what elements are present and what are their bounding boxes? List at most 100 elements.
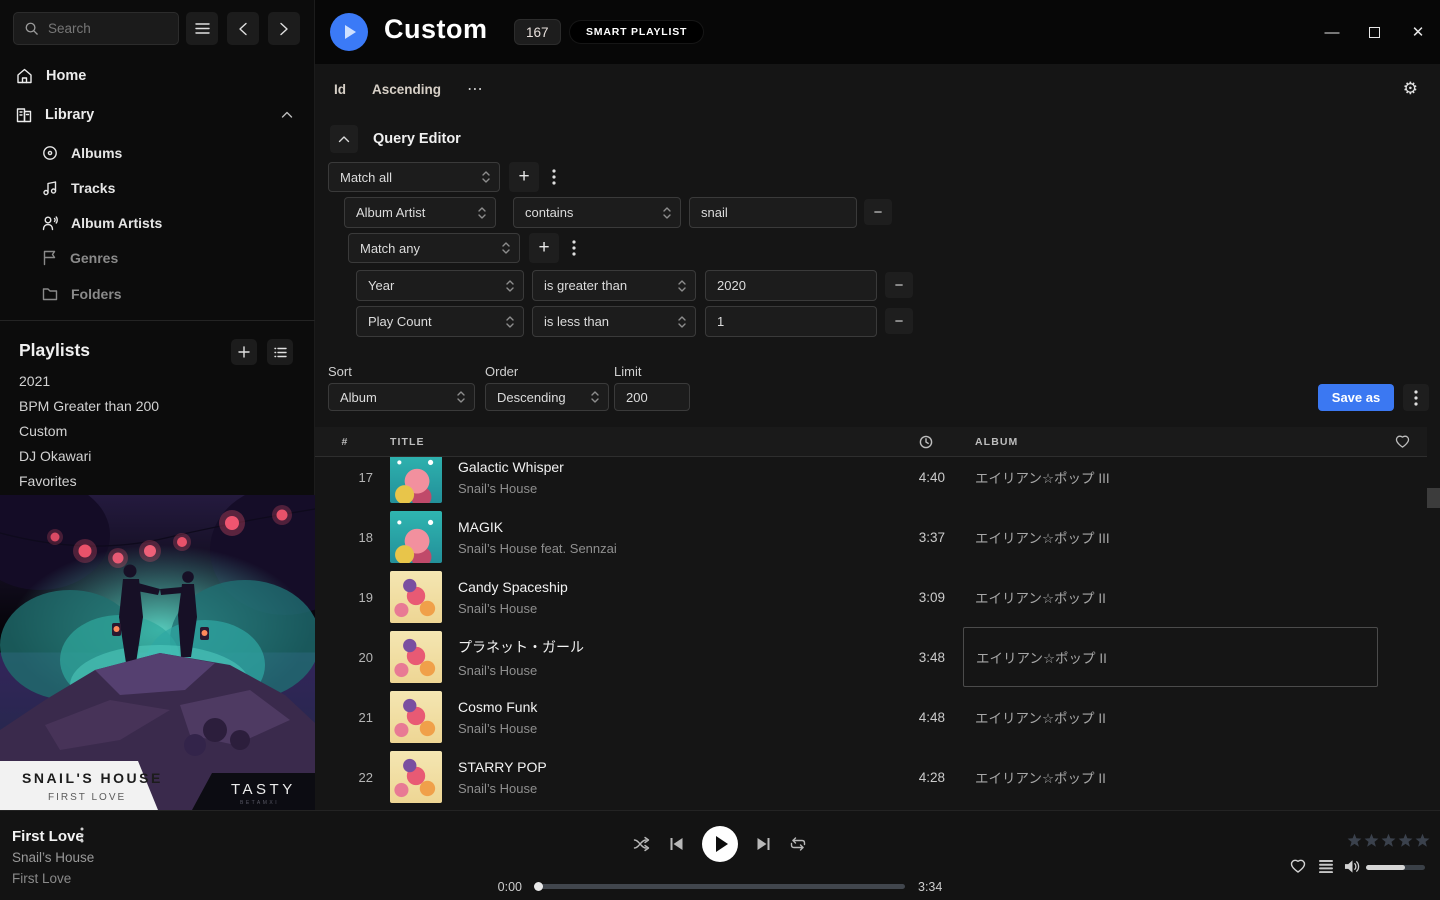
remove-rule-button[interactable]: − [885, 308, 913, 334]
sidebar-item-album-artists[interactable]: Album Artists [0, 209, 315, 237]
column-header-album[interactable]: ALBUM [963, 436, 1378, 448]
table-row[interactable]: 22 STARRY POPSnail’s House 4:28 エイリアン☆ポッ… [315, 747, 1427, 807]
track-album-focused-cell[interactable]: エイリアン☆ポップ II [963, 627, 1378, 687]
remove-rule-button[interactable]: − [864, 199, 892, 225]
nav-forward-button[interactable] [268, 12, 300, 45]
volume-button[interactable] [1344, 859, 1360, 874]
repeat-button[interactable] [789, 837, 807, 851]
create-playlist-button[interactable] [231, 339, 257, 365]
group-options-kebab-1[interactable] [546, 162, 562, 192]
column-settings-gear-icon[interactable]: ⚙ [1403, 79, 1418, 99]
previous-track-button[interactable] [669, 837, 684, 851]
sidebar-item-home[interactable]: Home [0, 61, 315, 91]
next-track-button[interactable] [756, 837, 771, 851]
search-input[interactable] [48, 21, 158, 36]
track-album[interactable]: エイリアン☆ポップ III [963, 457, 1378, 507]
track-title[interactable]: MAGIK [458, 519, 885, 535]
group-options-kebab-2[interactable] [566, 233, 582, 263]
save-as-button[interactable]: Save as [1318, 384, 1394, 411]
table-row[interactable]: 20 プラネット・ガールSnail’s House 3:48 エイリアン☆ポップ… [315, 627, 1427, 687]
track-artist[interactable]: Snail’s House feat. Sennzai [458, 541, 885, 556]
add-rule-button-2[interactable]: + [529, 233, 559, 263]
play-pause-button[interactable] [702, 826, 738, 862]
add-rule-button-1[interactable]: + [509, 162, 539, 192]
star-icon[interactable] [1364, 833, 1379, 848]
now-playing-title[interactable]: First Love [12, 828, 84, 845]
star-icon[interactable] [1398, 833, 1413, 848]
rule-field-select[interactable]: Play Count [356, 306, 524, 337]
table-row[interactable]: 17 Galactic WhisperSnail’s House 4:40 エイ… [315, 457, 1427, 507]
playlist-item[interactable]: Custom [19, 423, 289, 445]
track-artist[interactable]: Snail’s House [458, 481, 885, 496]
match-type-select-1[interactable]: Match all [328, 162, 500, 192]
track-album[interactable]: エイリアン☆ポップ II [963, 747, 1378, 807]
now-playing-kebab[interactable] [80, 827, 84, 843]
window-close-button[interactable]: ✕ [1401, 17, 1435, 47]
column-header-index[interactable]: # [315, 436, 375, 448]
sidebar-item-library[interactable]: Library [0, 100, 315, 130]
play-playlist-button[interactable] [330, 13, 368, 51]
track-title[interactable]: Candy Spaceship [458, 579, 885, 595]
volume-slider[interactable] [1366, 865, 1425, 870]
rule-operator-select[interactable]: is greater than [532, 270, 696, 301]
rule-value-input[interactable] [705, 306, 877, 337]
track-artist[interactable]: Snail’s House [458, 781, 885, 796]
rule-value-input[interactable] [689, 197, 857, 228]
favorite-button[interactable] [1290, 859, 1306, 873]
queue-button[interactable] [1319, 860, 1333, 873]
seek-slider[interactable] [535, 884, 905, 889]
rule-operator-select[interactable]: contains [513, 197, 681, 228]
seek-knob[interactable] [534, 882, 543, 891]
table-row[interactable]: 19 Candy SpaceshipSnail’s House 3:09 エイリ… [315, 567, 1427, 627]
window-minimize-button[interactable]: — [1315, 17, 1349, 47]
column-header-title[interactable]: TITLE [375, 436, 443, 448]
menu-button[interactable] [186, 12, 218, 45]
query-editor-collapse-button[interactable] [330, 125, 358, 153]
playlist-item[interactable]: DJ Okawari [19, 448, 289, 470]
more-options-button[interactable]: ⋯ [467, 79, 484, 99]
track-artist[interactable]: Snail’s House [458, 663, 885, 678]
nav-back-button[interactable] [227, 12, 259, 45]
table-scrollbar-thumb[interactable] [1427, 488, 1440, 508]
column-header-favorite[interactable] [1378, 435, 1427, 448]
sidebar-item-folders[interactable]: Folders [0, 280, 315, 308]
track-title[interactable]: Cosmo Funk [458, 699, 885, 715]
sidebar-item-tracks[interactable]: Tracks [0, 174, 315, 202]
sort-field-button[interactable]: Id [334, 82, 346, 97]
sort-select[interactable]: Album [328, 383, 475, 411]
table-row[interactable]: 18 MAGIKSnail’s House feat. Sennzai 3:37… [315, 507, 1427, 567]
search-box[interactable] [13, 12, 179, 45]
track-title[interactable]: プラネット・ガール [458, 637, 885, 657]
track-title[interactable]: Galactic Whisper [458, 459, 885, 475]
match-type-select-2[interactable]: Match any [348, 233, 520, 263]
save-options-kebab[interactable] [1403, 384, 1429, 411]
track-album[interactable]: エイリアン☆ポップ III [963, 507, 1378, 567]
shuffle-button[interactable] [633, 836, 651, 852]
track-artist[interactable]: Snail’s House [458, 601, 885, 616]
window-maximize-button[interactable] [1357, 17, 1391, 47]
rule-value-input[interactable] [705, 270, 877, 301]
sort-direction-button[interactable]: Ascending [372, 82, 441, 97]
now-playing-album-art[interactable]: SNAIL'S HOUSE FIRST LOVE TASTY BETAMXI [0, 495, 315, 810]
rule-field-select[interactable]: Album Artist [344, 197, 496, 228]
now-playing-album[interactable]: First Love [12, 871, 71, 886]
playlist-item[interactable]: Favorites [19, 473, 289, 495]
track-title[interactable]: STARRY POP [458, 759, 885, 775]
star-icon[interactable] [1381, 833, 1396, 848]
track-artist[interactable]: Snail’s House [458, 721, 885, 736]
rule-operator-select[interactable]: is less than [532, 306, 696, 337]
track-album[interactable]: エイリアン☆ポップ II [963, 687, 1378, 747]
limit-input[interactable] [614, 383, 690, 411]
column-header-duration[interactable] [885, 435, 945, 449]
rule-field-select[interactable]: Year [356, 270, 524, 301]
remove-rule-button[interactable]: − [885, 272, 913, 298]
table-row[interactable]: 21 Cosmo FunkSnail’s House 4:48 エイリアン☆ポッ… [315, 687, 1427, 747]
sidebar-item-genres[interactable]: Genres [0, 244, 315, 272]
track-album[interactable]: エイリアン☆ポップ II [963, 567, 1378, 627]
sidebar-item-albums[interactable]: Albums [0, 139, 315, 167]
playlist-list-button[interactable] [267, 339, 293, 365]
playlist-item[interactable]: BPM Greater than 200 [19, 398, 289, 420]
now-playing-artist[interactable]: Snail’s House [12, 850, 94, 865]
chevron-up-icon[interactable] [281, 111, 293, 119]
playlist-item[interactable]: 2021 [19, 373, 289, 395]
